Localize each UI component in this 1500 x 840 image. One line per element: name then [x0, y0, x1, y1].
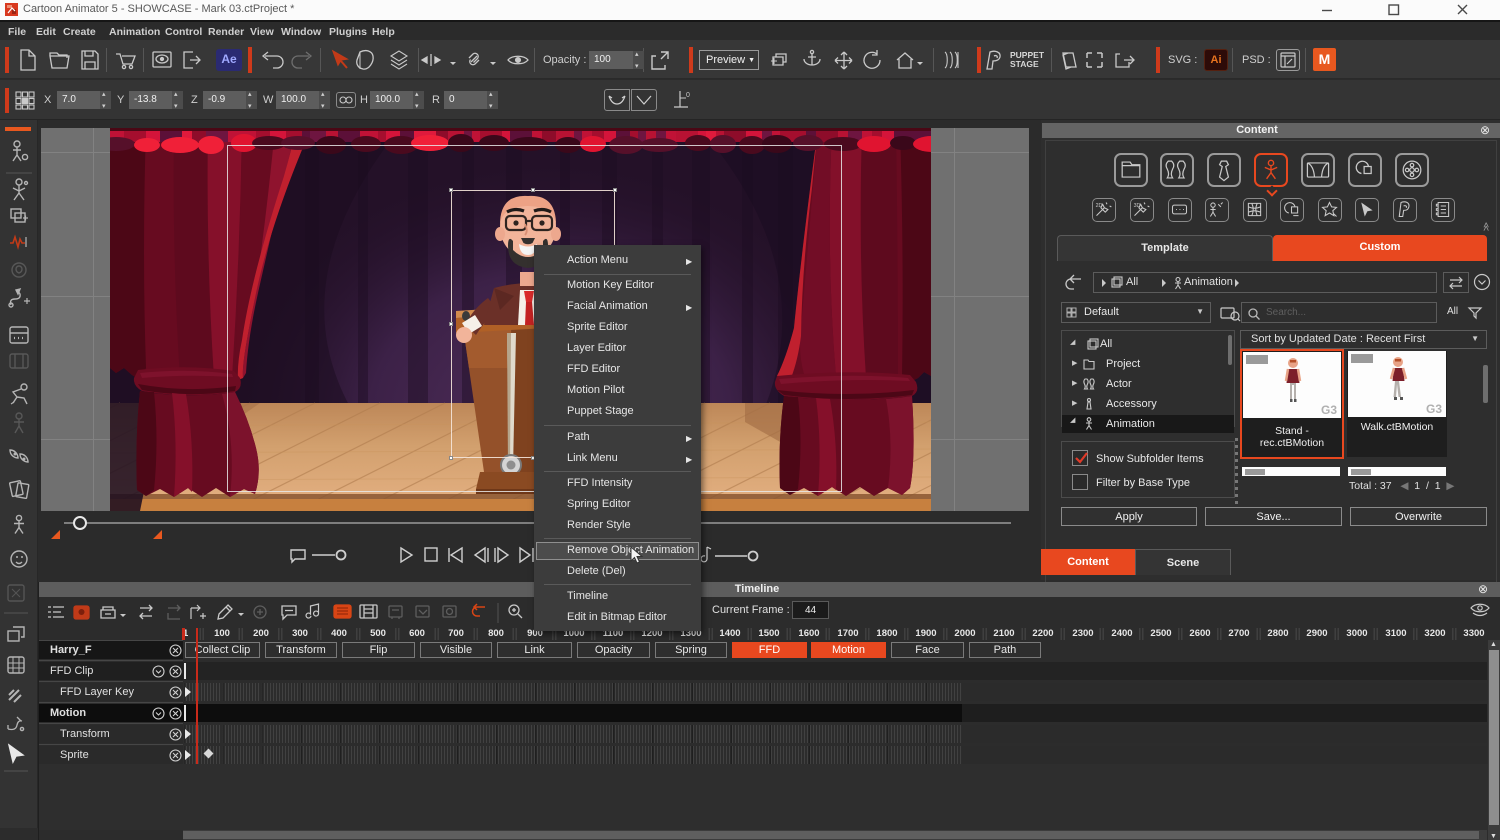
svg-text:2D: 2D [1096, 203, 1103, 209]
svg-text:3D: 3D [1134, 203, 1141, 209]
svg-text:0: 0 [686, 92, 690, 99]
